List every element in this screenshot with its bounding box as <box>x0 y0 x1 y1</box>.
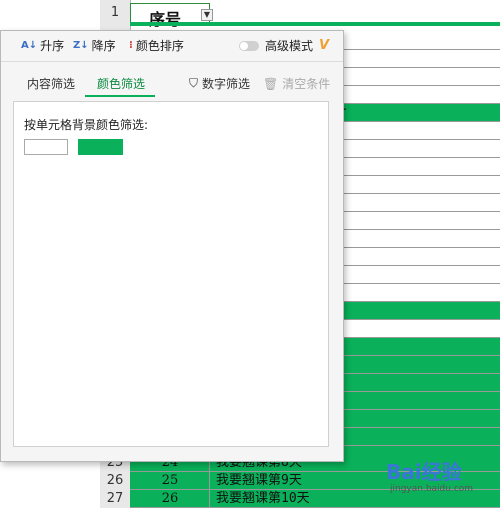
divider <box>1 61 343 62</box>
color-swatch-green[interactable] <box>78 139 123 155</box>
number-filter-button[interactable]: ⛉ 数字筛选 <box>189 75 250 92</box>
row-number: 27 <box>106 491 124 506</box>
row-number: 26 <box>106 473 124 488</box>
cell-serial[interactable]: 26 <box>130 490 210 508</box>
number-filter-label: 数字筛选 <box>202 77 251 91</box>
panel-title: 按单元格背景颜色筛选: <box>24 118 149 132</box>
trash-icon: 🗑 <box>263 76 279 91</box>
advanced-mode-label: 高级模式 <box>265 39 314 53</box>
clear-conditions-button[interactable]: 🗑 清空条件 <box>263 75 330 92</box>
color-swatch-white[interactable] <box>24 139 68 155</box>
cell-serial[interactable]: 25 <box>130 472 210 490</box>
popup-toolbar: A↓ 升序 Z↓ 降序 ⁝ 颜色排序 高级模式 V <box>1 31 343 61</box>
sort-ascending-button[interactable]: A↓ 升序 <box>21 38 64 54</box>
baidu-watermark: Bai经验 jingyan.baidu.com <box>380 452 500 508</box>
tab-content-filter[interactable]: 内容筛选 <box>27 75 75 92</box>
serial-value: 26 <box>161 491 179 506</box>
color-filter-panel: 按单元格背景颜色筛选: <box>13 101 329 447</box>
funnel-icon: ⛉ <box>189 76 199 90</box>
filter-tabs: 内容筛选 颜色筛选 ⛉ 数字筛选 🗑 清空条件 <box>1 71 343 97</box>
chevron-down-icon: ▼ <box>203 10 211 19</box>
filter-popup: A↓ 升序 Z↓ 降序 ⁝ 颜色排序 高级模式 V 内容筛选 颜色筛选 ⛉ 数字… <box>0 30 344 462</box>
tab-color-filter[interactable]: 颜色筛选 <box>97 75 145 92</box>
filter-dropdown-button[interactable]: ▼ <box>201 9 213 21</box>
header-title: 序号 <box>149 10 182 29</box>
watermark-url: jingyan.baidu.com <box>390 484 474 494</box>
row-number: 1 <box>110 5 120 20</box>
baidu-logo: Bai经验 <box>386 460 462 484</box>
sort-ascending-label: 升序 <box>40 39 65 53</box>
sort-descending-icon: Z↓ <box>73 40 89 51</box>
active-tab-indicator <box>85 95 155 97</box>
sort-descending-button[interactable]: Z↓ 降序 <box>73 38 116 54</box>
serial-value: 25 <box>161 473 179 488</box>
clear-conditions-label: 清空条件 <box>282 77 331 91</box>
advanced-mode-toggle[interactable]: 高级模式 V <box>239 38 329 54</box>
toggle-switch-icon[interactable] <box>239 41 259 51</box>
sort-descending-label: 降序 <box>91 39 116 53</box>
color-sort-button[interactable]: ⁝ 颜色排序 <box>129 38 184 54</box>
sort-ascending-icon: A↓ <box>21 40 38 51</box>
color-sort-label: 颜色排序 <box>135 39 184 53</box>
green-strip <box>130 22 500 26</box>
color-sort-icon: ⁝ <box>129 40 133 51</box>
vip-icon: V <box>319 38 330 53</box>
